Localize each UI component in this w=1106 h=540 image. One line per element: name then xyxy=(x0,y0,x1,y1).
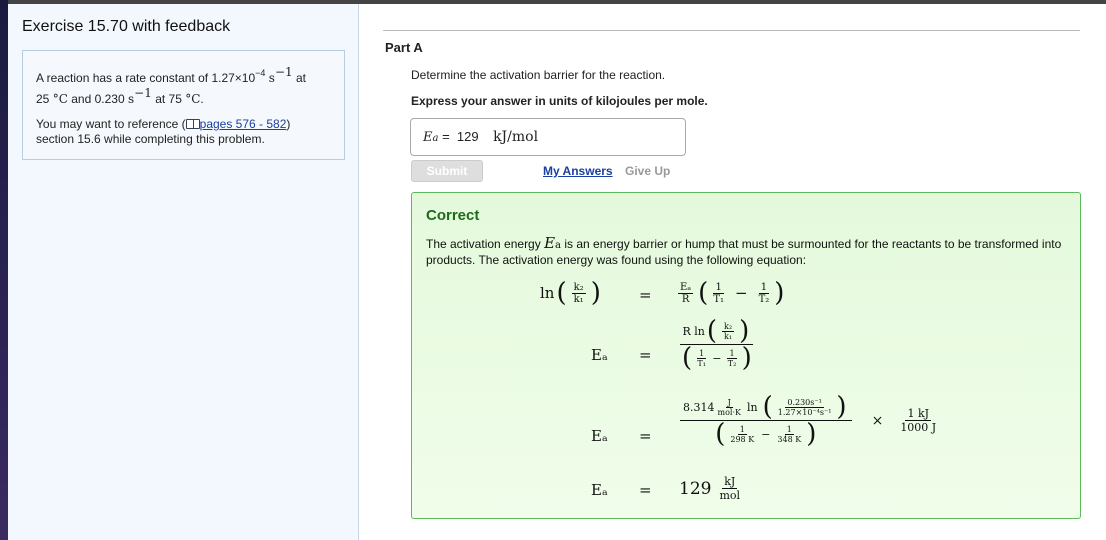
desktop-background xyxy=(0,0,8,540)
reference-text: You may want to reference (pages 576 - 5… xyxy=(36,117,291,146)
question-text: A reaction has a rate constant of 1.27×1… xyxy=(36,65,306,106)
divider xyxy=(383,30,1080,31)
book-icon xyxy=(185,119,200,129)
equation-2-lhs: Eₐ xyxy=(591,346,608,364)
question-prompt: Determine the activation barrier for the… xyxy=(411,68,666,82)
feedback-title: Correct xyxy=(426,207,480,224)
equation-1-equals: = xyxy=(639,286,652,304)
part-label: Part A xyxy=(385,40,423,55)
exercise-panel: Exercise 15.70 with feedback A reaction … xyxy=(8,4,359,540)
equation-4-lhs: Eₐ xyxy=(591,481,608,499)
my-answers-link[interactable]: My Answers xyxy=(543,164,613,178)
reference-pages-link[interactable]: pages 576 - 582 xyxy=(200,117,287,131)
equation-4-equals: = xyxy=(639,481,652,499)
submit-button[interactable]: Submit xyxy=(411,160,483,182)
equation-3-equals: = xyxy=(639,427,652,445)
question-box: A reaction has a rate constant of 1.27×1… xyxy=(22,50,345,160)
answer-value: 129 xyxy=(456,129,479,144)
equation-2-rhs: R ln(k₂ k₁) (1 T₁ −1 T₂) xyxy=(680,316,754,373)
equation-3-lhs: Eₐ xyxy=(591,427,608,445)
answer-instruction: Express your answer in units of kilojoul… xyxy=(411,94,708,108)
equation-1-lhs: ln(k₂ k₁) xyxy=(540,278,601,308)
give-up-link[interactable]: Give Up xyxy=(625,164,670,178)
equation-4-rhs: 129 kJ mol xyxy=(679,475,741,502)
equation-3-rhs: 8.314 Jmol·K ln(0.230s⁻¹ 1.27×10⁻⁴s⁻¹) (1 29… xyxy=(680,394,939,447)
equation-1-rhs: Eₐ R (1 T₁ − 1 T₂) xyxy=(678,278,785,308)
equation-2-equals: = xyxy=(639,346,652,364)
exercise-title: Exercise 15.70 with feedback xyxy=(22,18,231,35)
feedback-text: The activation energy Ea is an energy ba… xyxy=(426,234,1062,268)
answer-field[interactable]: Ea = 129 kJ/mol xyxy=(410,118,686,156)
